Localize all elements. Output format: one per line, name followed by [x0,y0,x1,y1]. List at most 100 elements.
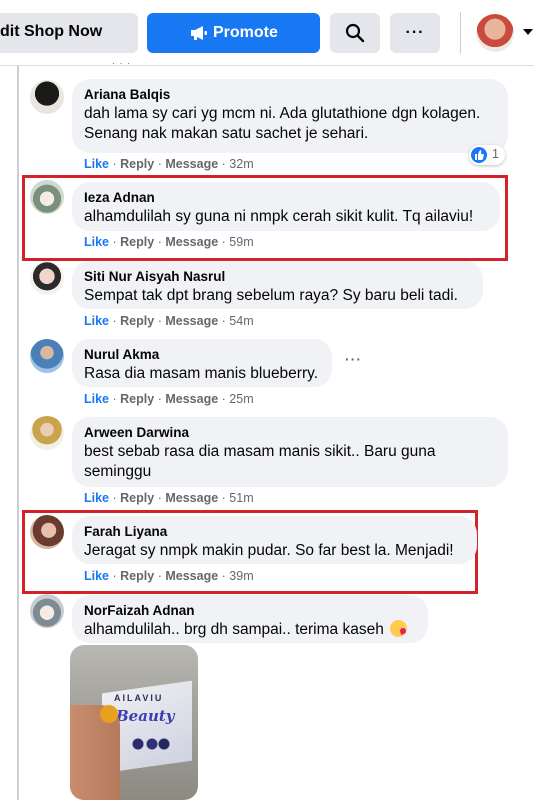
profile-avatar[interactable] [476,14,514,52]
commenter-avatar[interactable] [30,180,64,214]
like-link[interactable]: Like [84,392,109,406]
commenter-name[interactable]: Ariana Balqis [84,87,496,103]
thread-connector-line [17,66,19,800]
commenter-avatar[interactable] [30,80,64,114]
commenter-name[interactable]: Siti Nur Aisyah Nasrul [84,269,471,285]
like-link[interactable]: Like [84,491,109,505]
commenter-avatar[interactable] [30,515,64,549]
comment-text: Rasa dia masam manis blueberry. [84,365,319,382]
separator: · [157,314,162,328]
message-link[interactable]: Message [165,157,218,171]
message-link[interactable]: Message [165,569,218,583]
comment-timestamp[interactable]: 51m [229,491,253,505]
comment-actions: Like · Reply · Message · 59m [84,235,254,249]
separator: · [157,392,162,406]
separator: · [221,314,226,328]
commenter-name[interactable]: Arween Darwina [84,425,496,441]
commenter-name[interactable]: NorFaizah Adnan [84,603,416,619]
commenter-name[interactable]: Farah Liyana [84,524,465,540]
message-link[interactable]: Message [165,314,218,328]
megaphone-icon [191,26,207,40]
commenter-avatar[interactable] [30,261,64,295]
comment-bubble: NorFaizah Adnan alhamdulilah.. brg dh sa… [72,595,428,643]
reply-link[interactable]: Reply [120,235,154,249]
separator: · [157,491,162,505]
comment-timestamp[interactable]: 59m [229,235,253,249]
separator: · [221,235,226,249]
commenter-avatar[interactable] [30,416,64,450]
comment-timestamp[interactable]: 39m [229,569,253,583]
separator: · [112,235,117,249]
comment-bubble: Farah Liyana Jeragat sy nmpk makin pudar… [72,516,477,564]
like-link[interactable]: Like [84,157,109,171]
separator: · [221,392,226,406]
commenter-avatar[interactable] [30,594,64,628]
blueberries-graphic [130,737,170,751]
message-link[interactable]: Message [165,235,218,249]
reply-link[interactable]: Reply [120,491,154,505]
separator: · [112,157,117,171]
search-icon [345,23,365,43]
like-link[interactable]: Like [84,314,109,328]
product-seal-badge [100,705,118,723]
chevron-down-icon[interactable] [523,29,533,35]
reaction-count-badge[interactable]: 1 [469,145,505,165]
reaction-count: 1 [492,147,499,161]
separator: · [112,569,117,583]
product-name-text: Beauty [116,707,175,725]
comment-actions: Like · Reply · Message · 39m [84,569,254,583]
reply-link[interactable]: Reply [120,314,154,328]
separator: · [112,314,117,328]
comment-options-icon[interactable]: ··· [345,351,362,367]
comment-actions: Like · Reply · Message · 25m [84,392,254,406]
comment-actions: Like · Reply · Message · 32m [84,157,254,171]
comment-bubble: Ieza Adnan alhamdulilah sy guna ni nmpk … [72,182,500,231]
separator: · [157,235,162,249]
toolbar-separator [460,12,461,54]
edit-shop-now-label: dit Shop Now [0,23,103,40]
comment-actions: Like · Reply · Message · 54m [84,314,254,328]
separator: · [157,569,162,583]
search-button[interactable] [330,13,380,53]
like-link[interactable]: Like [84,235,109,249]
more-options-button[interactable]: ··· [390,13,440,53]
message-link[interactable]: Message [165,491,218,505]
reply-link[interactable]: Reply [120,569,154,583]
more-icon: ··· [405,24,425,41]
separator: · [112,491,117,505]
comment-text: alhamdulilah.. brg dh sampai.. terima ka… [84,621,384,638]
comment-bubble: Nurul Akma Rasa dia masam manis blueberr… [72,339,332,387]
commenter-name[interactable]: Nurul Akma [84,347,320,363]
separator: · [221,157,226,171]
separator: · [112,392,117,406]
comment-text: Jeragat sy nmpk makin pudar. So far best… [84,542,454,559]
reply-link[interactable]: Reply [120,157,154,171]
comment-bubble: Ariana Balqis dah lama sy cari yg mcm ni… [72,79,508,153]
like-reaction-icon [471,147,487,163]
comment-actions: Like · Reply · Message · 51m [84,491,254,505]
comment-timestamp[interactable]: 25m [229,392,253,406]
like-link[interactable]: Like [84,569,109,583]
truncated-content-indicator: · · · [112,58,131,68]
comment-bubble: Siti Nur Aisyah Nasrul Sempat tak dpt br… [72,261,483,309]
product-brand-text: AILAVIU [114,693,164,703]
message-link[interactable]: Message [165,392,218,406]
comment-text: alhamdulilah sy guna ni nmpk cerah sikit… [84,208,474,225]
separator: · [221,569,226,583]
edit-shop-now-button[interactable]: dit Shop Now [0,13,138,53]
comment-text-row: alhamdulilah.. brg dh sampai.. terima ka… [84,620,416,640]
commenter-name[interactable]: Ieza Adnan [84,190,488,206]
reply-link[interactable]: Reply [120,392,154,406]
comment-bubble: Arween Darwina best sebab rasa dia masam… [72,417,508,487]
comment-timestamp[interactable]: 32m [229,157,253,171]
commenter-avatar[interactable] [30,339,64,373]
page-top-bar: dit Shop Now Promote ··· [0,0,534,66]
comment-timestamp[interactable]: 54m [229,314,253,328]
promote-label: Promote [213,24,278,41]
top-bar-divider [0,65,534,66]
comment-text: best sebab rasa dia masam manis sikit.. … [84,443,436,480]
comment-text: Sempat tak dpt brang sebelum raya? Sy ba… [84,287,458,304]
promote-button[interactable]: Promote [147,13,320,53]
comment-photo-attachment[interactable]: AILAVIU Beauty [70,645,198,800]
separator: · [221,491,226,505]
